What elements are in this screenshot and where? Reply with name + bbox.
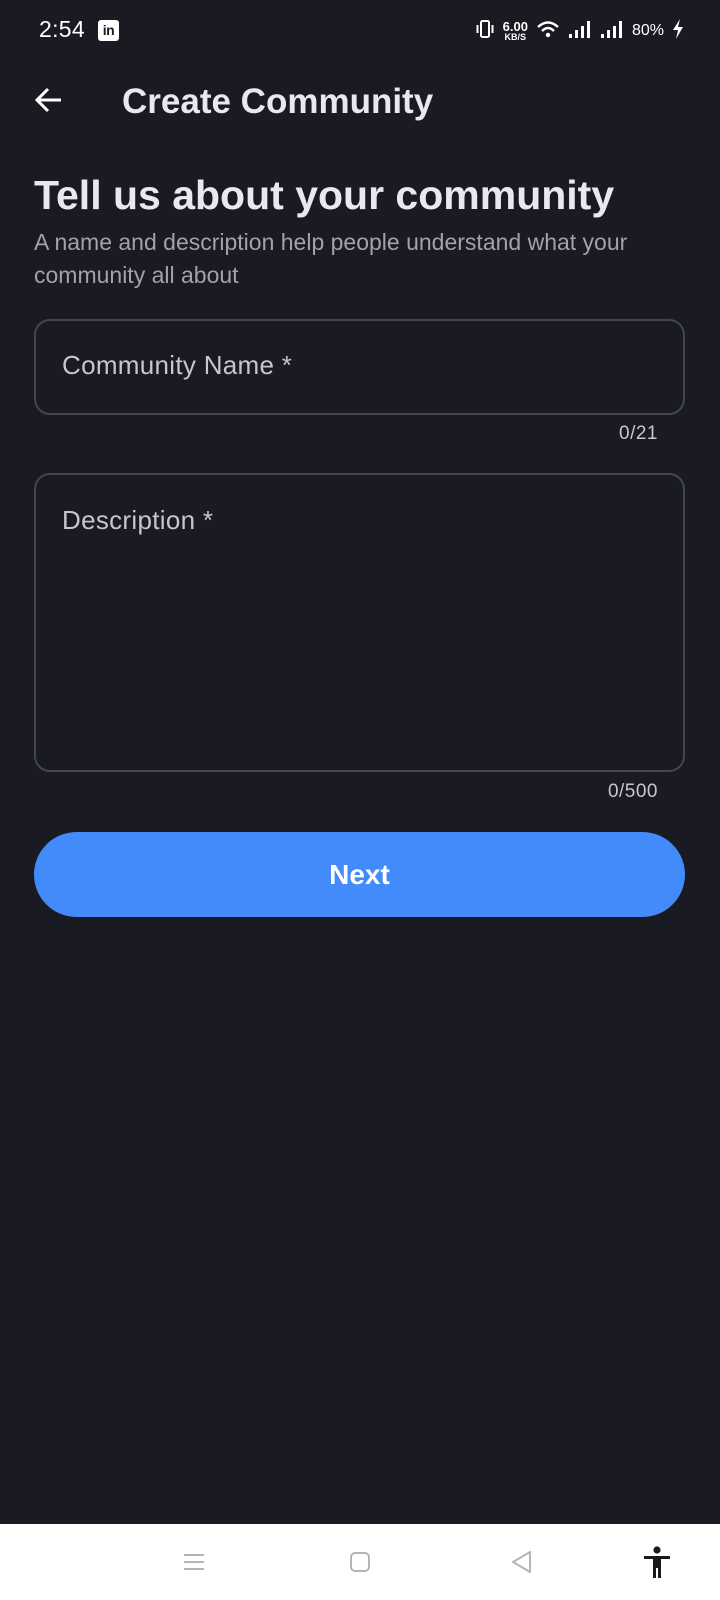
back-triangle-icon[interactable] bbox=[498, 1538, 546, 1586]
net-speed: 6.00 KB/S bbox=[503, 20, 528, 42]
signal-icon bbox=[568, 19, 592, 44]
page-title: Create Community bbox=[122, 82, 434, 121]
arrow-left-icon bbox=[33, 85, 63, 120]
headline: Tell us about your community bbox=[34, 172, 615, 218]
system-nav-bar bbox=[0, 1524, 720, 1600]
charging-bolt-icon bbox=[672, 18, 684, 44]
signal-icon bbox=[600, 19, 624, 44]
status-icons: 6.00 KB/S 80% bbox=[475, 16, 684, 46]
subtext: A name and description help people under… bbox=[34, 229, 628, 288]
battery-percent: 80% bbox=[631, 22, 664, 39]
community-name-input[interactable]: Community Name * bbox=[34, 319, 685, 415]
home-square-icon[interactable] bbox=[336, 1538, 384, 1586]
wifi-icon bbox=[536, 19, 560, 44]
net-speed-unit: KB/S bbox=[504, 32, 527, 42]
linkedin-icon: in bbox=[98, 20, 119, 41]
status-time: 2:54 bbox=[39, 16, 85, 42]
description-counter: 0/500 bbox=[607, 781, 658, 802]
description-placeholder: Description * bbox=[62, 505, 214, 535]
app-bar: Create Community bbox=[0, 62, 720, 146]
vibrate-icon bbox=[475, 18, 495, 45]
next-button[interactable]: Next bbox=[34, 832, 685, 917]
description-input[interactable]: Description * bbox=[34, 473, 685, 772]
back-button[interactable] bbox=[26, 80, 70, 124]
status-bar: 2:54 in 6.00 KB/S 80% bbox=[0, 0, 720, 62]
community-name-placeholder: Community Name * bbox=[62, 350, 293, 380]
community-name-counter: 0/21 bbox=[619, 423, 658, 444]
menu-icon[interactable] bbox=[170, 1538, 218, 1586]
accessibility-icon[interactable] bbox=[633, 1538, 681, 1586]
